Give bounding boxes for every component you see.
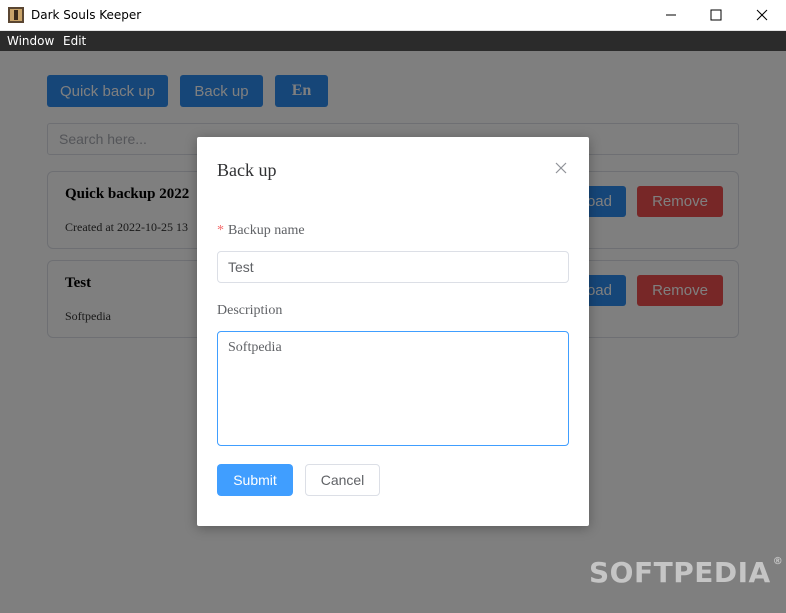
menu-window[interactable]: Window: [7, 34, 54, 48]
minimize-icon[interactable]: [648, 0, 694, 30]
backup-name-value: Test: [228, 259, 254, 275]
description-label: Description: [217, 303, 283, 318]
close-window-icon[interactable]: [739, 0, 785, 30]
watermark-text: SOFTPEDIA: [589, 556, 771, 589]
watermark-registered-mark: ®: [772, 556, 784, 567]
cancel-button[interactable]: Cancel: [305, 464, 380, 496]
window-title: Dark Souls Keeper: [31, 8, 142, 22]
backup-dialog: Back up * Backup name Test Description So…: [197, 137, 589, 526]
submit-button[interactable]: Submit: [217, 464, 293, 496]
dialog-title: Back up: [217, 160, 277, 180]
description-textarea[interactable]: Softpedia: [217, 331, 569, 446]
backup-name-label: * Backup name: [217, 223, 305, 239]
softpedia-watermark: SOFTPEDIA ®: [589, 556, 783, 589]
required-mark: *: [217, 223, 224, 238]
menu-edit[interactable]: Edit: [63, 34, 86, 48]
close-icon[interactable]: [554, 161, 568, 175]
description-value: Softpedia: [228, 340, 282, 355]
maximize-icon[interactable]: [693, 0, 739, 30]
backup-name-label-text: Backup name: [228, 223, 305, 238]
menu-bar: Window Edit: [0, 31, 786, 51]
backup-name-input[interactable]: Test: [217, 251, 569, 283]
app-icon: [8, 7, 24, 23]
title-bar: Dark Souls Keeper: [0, 0, 786, 31]
